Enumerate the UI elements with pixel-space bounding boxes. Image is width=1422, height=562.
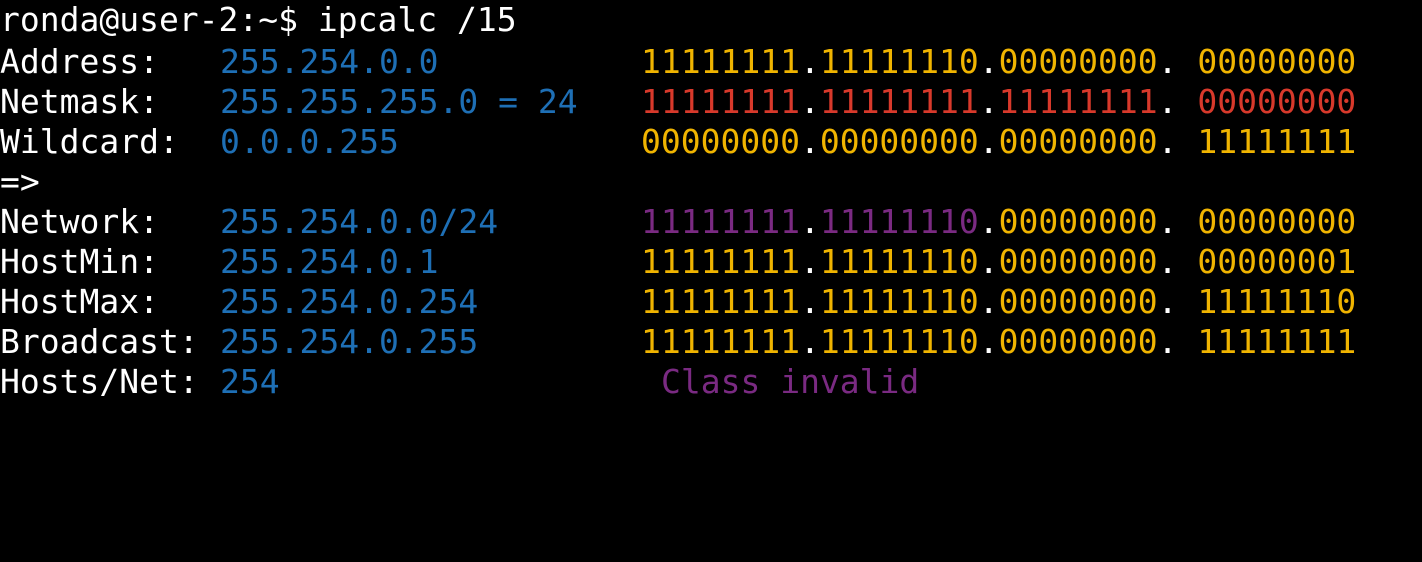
class-note: Class invalid bbox=[661, 362, 920, 401]
binary-octet: 11111111 bbox=[641, 42, 800, 81]
binary-octet: 11111111 bbox=[641, 202, 800, 241]
hosts-label: Hosts/Net: bbox=[0, 362, 199, 401]
hosts-value: 254 bbox=[220, 362, 280, 401]
binary-octet: 00000000 bbox=[998, 282, 1158, 321]
binary-octet: 11111111 bbox=[641, 282, 800, 321]
binary-octet: 00000000 bbox=[641, 122, 800, 161]
binary-octet: 00000000 bbox=[998, 322, 1158, 361]
binary-octet: 11111110 bbox=[819, 282, 979, 321]
binary-octet: 11111111 bbox=[819, 82, 979, 121]
binary-octet: 11111111 bbox=[1197, 122, 1357, 161]
hostmax-label: HostMax: bbox=[0, 282, 159, 321]
hostmin-value: 255.254.0.1 bbox=[220, 242, 439, 281]
binary-octet: 11111111 bbox=[998, 82, 1158, 121]
binary-octet: 00000000 bbox=[998, 122, 1158, 161]
terminal-window[interactable]: ronda@user-2:~$ ipcalc /15 Address: 255.… bbox=[0, 0, 1422, 418]
netmask-row: Netmask: 255.255.255.0 = 24 11111111.111… bbox=[0, 82, 1356, 122]
network-binary: 11111111.11111110.00000000. 00000000 bbox=[641, 202, 1357, 241]
binary-octet: 11111111 bbox=[641, 242, 800, 281]
command-prompt-line: ronda@user-2:~$ ipcalc /15 bbox=[0, 0, 517, 39]
broadcast-label: Broadcast: bbox=[0, 322, 199, 361]
binary-octet: 11111110 bbox=[819, 202, 979, 241]
hostmax-binary: 11111111.11111110.00000000. 11111110 bbox=[641, 282, 1357, 321]
binary-octet: 00000001 bbox=[1197, 242, 1357, 281]
hosts-row: Hosts/Net: 254 Class invalid bbox=[0, 362, 919, 402]
wildcard-label: Wildcard: bbox=[0, 122, 179, 161]
network-value: 255.254.0.0/24 bbox=[220, 202, 499, 241]
binary-octet: 11111111 bbox=[641, 82, 800, 121]
binary-octet: 00000000 bbox=[1197, 82, 1357, 121]
address-label: Address: bbox=[0, 42, 159, 81]
hostmin-label: HostMin: bbox=[0, 242, 159, 281]
binary-octet: 11111110 bbox=[819, 42, 979, 81]
wildcard-binary: 00000000.00000000.00000000. 11111111 bbox=[641, 122, 1357, 161]
wildcard-value: 0.0.0.255 bbox=[220, 122, 399, 161]
hostmax-row: HostMax: 255.254.0.254 11111111.11111110… bbox=[0, 282, 1356, 322]
netmask-label: Netmask: bbox=[0, 82, 159, 121]
binary-octet: 11111110 bbox=[819, 322, 979, 361]
wildcard-row: Wildcard: 0.0.0.255 00000000.00000000.00… bbox=[0, 122, 1356, 162]
netmask-value: 255.255.255.0 = 24 bbox=[220, 82, 578, 121]
address-binary: 11111111.11111110.00000000. 00000000 bbox=[641, 42, 1357, 81]
broadcast-row: Broadcast: 255.254.0.255 11111111.111111… bbox=[0, 322, 1356, 362]
hostmin-binary: 11111111.11111110.00000000. 00000001 bbox=[641, 242, 1357, 281]
binary-octet: 11111111 bbox=[1197, 322, 1357, 361]
binary-octet: 00000000 bbox=[1197, 42, 1357, 81]
binary-octet: 11111110 bbox=[1197, 282, 1357, 321]
binary-octet: 00000000 bbox=[998, 242, 1158, 281]
binary-octet: 11111111 bbox=[641, 322, 800, 361]
hostmax-value: 255.254.0.254 bbox=[220, 282, 479, 321]
broadcast-binary: 11111111.11111110.00000000. 11111111 bbox=[641, 322, 1357, 361]
address-row: Address: 255.254.0.0 11111111.11111110.0… bbox=[0, 42, 1356, 82]
binary-octet: 00000000 bbox=[998, 202, 1158, 241]
binary-octet: 11111110 bbox=[819, 242, 979, 281]
broadcast-value: 255.254.0.255 bbox=[220, 322, 479, 361]
network-row: Network: 255.254.0.0/24 11111111.1111111… bbox=[0, 202, 1356, 242]
netmask-binary: 11111111.11111111.11111111. 00000000 bbox=[641, 82, 1357, 121]
network-label: Network: bbox=[0, 202, 159, 241]
binary-octet: 00000000 bbox=[998, 42, 1158, 81]
binary-octet: 00000000 bbox=[819, 122, 979, 161]
binary-octet: 00000000 bbox=[1197, 202, 1357, 241]
hostmin-row: HostMin: 255.254.0.1 11111111.11111110.0… bbox=[0, 242, 1356, 282]
arrow-row: => bbox=[0, 162, 40, 201]
address-value: 255.254.0.0 bbox=[220, 42, 439, 81]
